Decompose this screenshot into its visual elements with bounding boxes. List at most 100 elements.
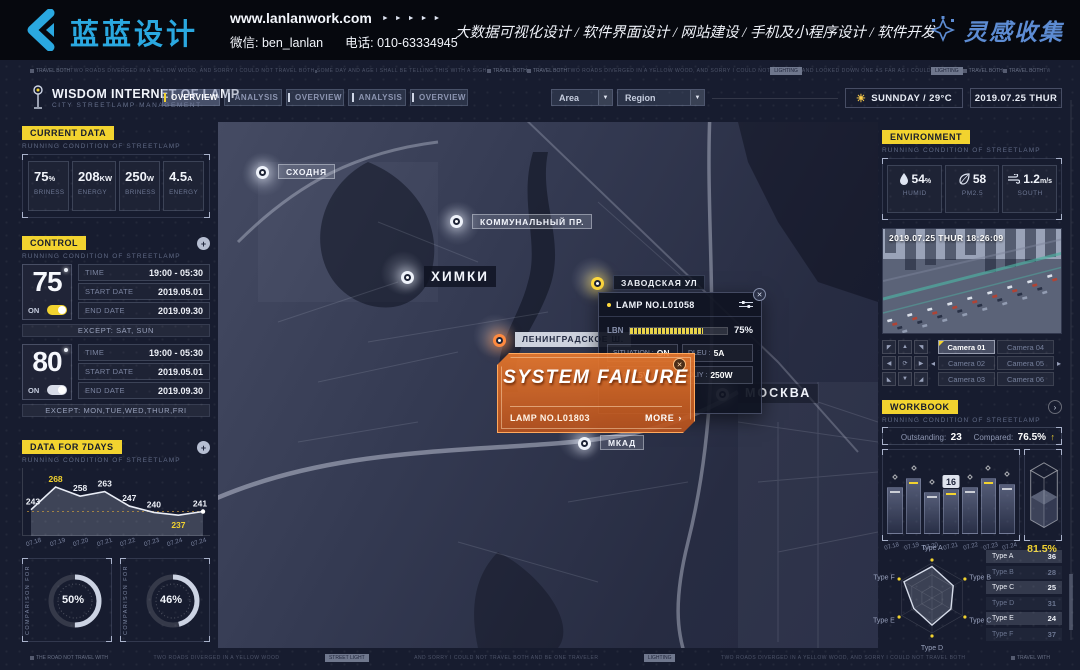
type-label: Type D bbox=[992, 600, 1014, 607]
map-pin-mkad[interactable] bbox=[578, 437, 591, 450]
start-date-row-2[interactable]: START DATE 2019.05.01 bbox=[78, 363, 210, 380]
type-row-type-f[interactable]: Type F37 bbox=[986, 628, 1062, 641]
on-label: ON bbox=[28, 306, 39, 315]
arrow-left-icon[interactable]: ◀ bbox=[882, 356, 896, 370]
area-select-value: Area bbox=[559, 93, 579, 103]
camera-video-feed[interactable]: 2019.07.25 THUR 18:26:09 bbox=[882, 228, 1062, 334]
website-link[interactable]: www.lanlanwork.com bbox=[230, 10, 372, 26]
map-pin-leningradskoe-failure[interactable] bbox=[493, 334, 506, 347]
add-control-button[interactable]: + bbox=[197, 237, 210, 250]
map-label: ХИМКИ bbox=[424, 266, 496, 287]
type-label: Type F bbox=[992, 631, 1013, 638]
lbn-label: LBN bbox=[607, 326, 623, 335]
end-date-row[interactable]: END DATE 2019.09.30 bbox=[78, 302, 210, 319]
collect-label: 灵感收集 bbox=[964, 13, 1064, 47]
arrow-up-left-icon[interactable]: ◤ bbox=[882, 340, 896, 354]
arrow-down-right-icon[interactable]: ◢ bbox=[914, 372, 928, 386]
map-pin-skhodnya[interactable] bbox=[256, 166, 269, 179]
expand-week-chart-button[interactable]: + bbox=[197, 441, 210, 454]
arrow-right-icon[interactable]: ▶ bbox=[914, 356, 928, 370]
time-row-2[interactable]: TIME 19:00 - 05:30 bbox=[78, 344, 210, 361]
map-pin-khimki[interactable] bbox=[401, 271, 414, 284]
type-row-type-a[interactable]: Type A36 bbox=[986, 550, 1062, 563]
row-value: 19:00 - 05:30 bbox=[149, 348, 203, 358]
gauge-value: 46% bbox=[139, 594, 203, 606]
services-list: 大数据可视化设计 / 软件界面设计 / 网站建设 / 手机及小程序设计 / 软件… bbox=[455, 21, 935, 42]
tab-analysis-1[interactable]: ANALYSIS bbox=[224, 89, 282, 106]
decor-text: SOME DAY AND AGE I SHALL BE TELLING THIS… bbox=[317, 68, 487, 74]
tab-overview-4[interactable]: OVERVIEW bbox=[410, 89, 468, 106]
workbook-bar bbox=[906, 456, 922, 534]
stat-label: BRINESS bbox=[34, 189, 65, 196]
scrollbar-rail[interactable] bbox=[1070, 100, 1072, 640]
decor-chip: THE ROAD NOT TRAVEL WITH bbox=[30, 655, 108, 661]
camera-button-2[interactable]: Camera 02 bbox=[938, 356, 995, 370]
x-tick: 07.19 bbox=[45, 536, 70, 550]
bar-tick bbox=[890, 491, 900, 493]
arrow-up-icon[interactable]: ▲ bbox=[898, 340, 912, 354]
city-map[interactable]: СХОДНЯ КОММУНАЛЬНЫЙ ПР. ХИМКИ ЗАВОДСКАЯ … bbox=[218, 122, 878, 648]
arrow-down-left-icon[interactable]: ◣ bbox=[882, 372, 896, 386]
env-value: 1.2 bbox=[1023, 172, 1040, 186]
start-date-row[interactable]: START DATE 2019.05.01 bbox=[78, 283, 210, 300]
type-row-type-e[interactable]: Type E24 bbox=[986, 612, 1062, 625]
stat-card-briness-2: 250W BRINESS bbox=[119, 161, 160, 211]
close-icon[interactable]: ✕ bbox=[753, 288, 766, 301]
failure-lamp-id: LAMP NO.L01803 bbox=[510, 413, 590, 423]
workbook-panel: WORKBOOK › RUNNING CONDITION OF STREETLA… bbox=[882, 400, 1062, 558]
gauge-value: 50% bbox=[41, 594, 105, 606]
sliders-icon[interactable] bbox=[739, 300, 753, 309]
power-toggle[interactable] bbox=[47, 305, 67, 315]
bar-tick bbox=[965, 491, 975, 493]
brightness-level: 80 bbox=[23, 346, 71, 378]
chevron-down-icon[interactable]: ▼ bbox=[690, 90, 704, 105]
comparison-gauge-1: COMPARISON FOR 50% bbox=[22, 558, 112, 642]
tab-indicator bbox=[352, 93, 354, 102]
row-value: 2019.05.01 bbox=[158, 367, 203, 377]
refresh-icon[interactable]: ⟳ bbox=[898, 356, 912, 370]
inspiration-collect[interactable]: 灵感收集 bbox=[930, 13, 1064, 47]
fill-level-cube bbox=[1025, 452, 1063, 544]
camera-button-1[interactable]: Camera 01 bbox=[938, 340, 995, 354]
brightness-progressbar[interactable] bbox=[629, 327, 728, 335]
type-row-type-d[interactable]: Type D31 bbox=[986, 597, 1062, 610]
row-label: TIME bbox=[85, 268, 104, 277]
row-value: 19:00 - 05:30 bbox=[149, 268, 203, 278]
tab-overview-2[interactable]: OVERVIEW bbox=[286, 89, 344, 106]
area-select[interactable]: Area ▼ bbox=[551, 89, 613, 106]
arrow-up-right-icon[interactable]: ◥ bbox=[914, 340, 928, 354]
tab-analysis-3[interactable]: ANALYSIS bbox=[348, 89, 406, 106]
workbook-bar: 16 bbox=[943, 456, 959, 534]
time-row[interactable]: TIME 19:00 - 05:30 bbox=[78, 264, 210, 281]
workbook-bar bbox=[999, 456, 1015, 534]
camera-prev-icon[interactable]: ◂ bbox=[930, 340, 936, 386]
bar-fill bbox=[943, 489, 959, 534]
end-date-row-2[interactable]: END DATE 2019.09.30 bbox=[78, 382, 210, 399]
region-select[interactable]: Region ▼ bbox=[617, 89, 705, 106]
camera-next-icon[interactable]: ▸ bbox=[1056, 340, 1062, 386]
camera-button-4[interactable]: Camera 04 bbox=[997, 340, 1054, 354]
cell-value: 250W bbox=[710, 370, 732, 380]
camera-button-3[interactable]: Camera 03 bbox=[938, 372, 995, 386]
type-row-type-c[interactable]: Type C25 bbox=[986, 581, 1062, 594]
camera-button-6[interactable]: Camera 06 bbox=[997, 372, 1054, 386]
tab-overview-0[interactable]: OVERVIEW bbox=[162, 89, 220, 106]
map-pin-zavodskaya-warning[interactable] bbox=[591, 277, 604, 290]
brightness-level-box-2: 80 ON bbox=[22, 344, 72, 400]
decor-chip: TRAVEL WITH bbox=[1011, 655, 1050, 661]
system-failure-popup: ✕ SYSTEM FAILURE LAMP NO.L01803 MORE › bbox=[497, 353, 695, 433]
arrow-down-icon[interactable]: ▼ bbox=[898, 372, 912, 386]
outstanding-label: Outstanding: bbox=[901, 433, 946, 442]
workbook-expand-button[interactable]: › bbox=[1048, 400, 1062, 414]
power-toggle[interactable] bbox=[47, 385, 67, 395]
map-pin-kommunalny[interactable] bbox=[450, 215, 463, 228]
camera-button-5[interactable]: Camera 05 bbox=[997, 356, 1054, 370]
scrollbar-thumb[interactable] bbox=[1069, 574, 1073, 630]
leaf-icon bbox=[959, 173, 970, 185]
stat-card-briness: 75% BRINESS bbox=[28, 161, 69, 211]
chevron-down-icon[interactable]: ▼ bbox=[598, 90, 612, 105]
type-radar-chart: Type AType BType CType DType EType F bbox=[884, 546, 980, 650]
more-button[interactable]: MORE › bbox=[645, 413, 682, 423]
stat-label: ENERGY bbox=[169, 189, 200, 196]
type-row-type-b[interactable]: Type B28 bbox=[986, 566, 1062, 579]
